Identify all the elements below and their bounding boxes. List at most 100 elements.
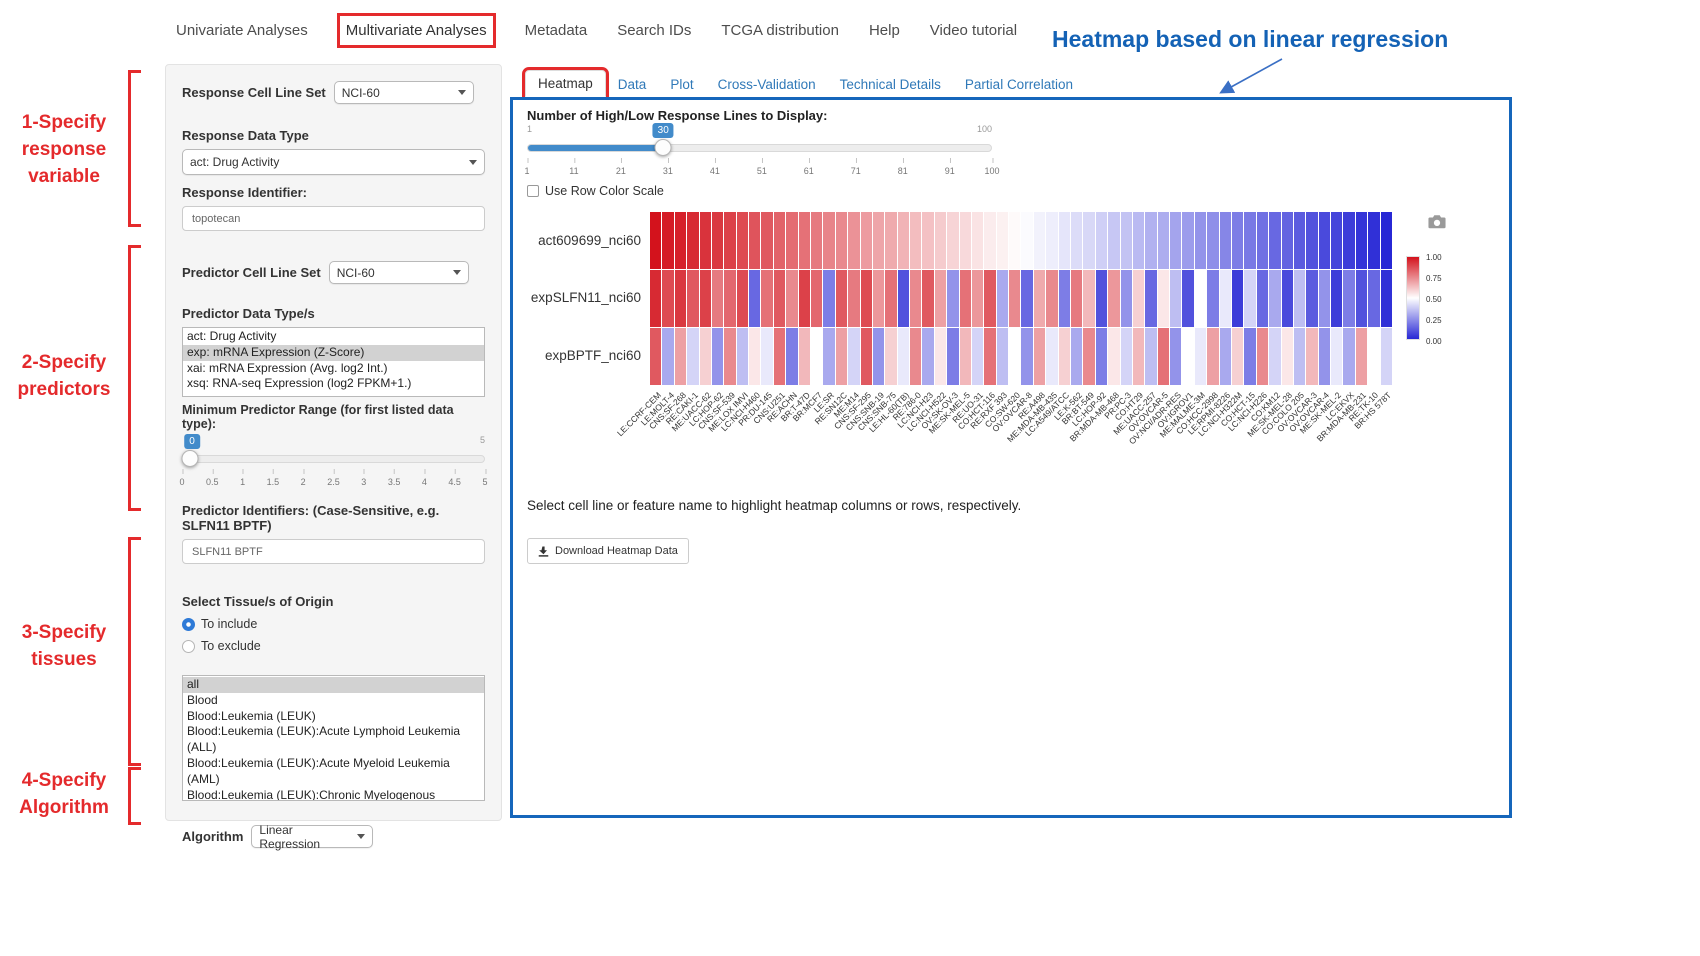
heatmap-cell[interactable] <box>1046 270 1057 327</box>
heatmap-cell[interactable] <box>861 212 872 269</box>
heatmap-cell[interactable] <box>1207 328 1218 385</box>
heatmap-cell[interactable] <box>650 328 661 385</box>
heatmap-grid[interactable] <box>650 212 1392 385</box>
heatmap-cell[interactable] <box>997 270 1008 327</box>
heatmap-cell[interactable] <box>1009 270 1020 327</box>
heatmap-cell[interactable] <box>972 328 983 385</box>
tab-technical-details[interactable]: Technical Details <box>828 72 953 97</box>
heatmap-cell[interactable] <box>1269 212 1280 269</box>
heatmap-cell[interactable] <box>1083 270 1094 327</box>
heatmap-cell[interactable] <box>1133 328 1144 385</box>
heatmap-cell[interactable] <box>700 328 711 385</box>
heatmap-cell[interactable] <box>885 328 896 385</box>
heatmap-cell[interactable] <box>1182 212 1193 269</box>
heatmap-cell[interactable] <box>1356 212 1367 269</box>
nav-item-search-ids[interactable]: Search IDs <box>617 22 691 39</box>
heatmap-cell[interactable] <box>1207 270 1218 327</box>
heatmap-cell[interactable] <box>1306 212 1317 269</box>
heatmap-cell[interactable] <box>1009 328 1020 385</box>
nav-item-tcga-distribution[interactable]: TCGA distribution <box>721 22 839 39</box>
heatmap-cell[interactable] <box>1232 270 1243 327</box>
heatmap-cell[interactable] <box>1021 328 1032 385</box>
heatmap-cell[interactable] <box>811 328 822 385</box>
heatmap-cell[interactable] <box>1282 212 1293 269</box>
heatmap-cell[interactable] <box>984 270 995 327</box>
heatmap-cell[interactable] <box>1145 270 1156 327</box>
heatmap-cell[interactable] <box>1220 212 1231 269</box>
heatmap-cell[interactable] <box>984 328 995 385</box>
heatmap-cell[interactable] <box>761 212 772 269</box>
heatmap-cell[interactable] <box>1220 270 1231 327</box>
heatmap-cell[interactable] <box>1021 270 1032 327</box>
radio-unselected-icon[interactable] <box>182 640 195 653</box>
listbox-option[interactable]: Blood:Leukemia (LEUK):Chronic Myelogenou… <box>183 788 484 801</box>
heatmap-cell[interactable] <box>1121 212 1132 269</box>
heatmap-cell[interactable] <box>1244 212 1255 269</box>
slider-handle[interactable] <box>655 139 672 156</box>
heatmap-cell[interactable] <box>1158 212 1169 269</box>
heatmap-cell[interactable] <box>712 212 723 269</box>
heatmap-row-label[interactable]: act609699_nci60 <box>513 231 641 251</box>
response-identifier-input[interactable] <box>182 206 485 231</box>
heatmap-cell[interactable] <box>1306 270 1317 327</box>
heatmap-cell[interactable] <box>836 270 847 327</box>
slider-handle[interactable] <box>182 450 199 467</box>
heatmap-cell[interactable] <box>1034 212 1045 269</box>
heatmap-cell[interactable] <box>1343 328 1354 385</box>
algorithm-select[interactable]: Linear Regression <box>251 825 373 848</box>
heatmap-cell[interactable] <box>935 328 946 385</box>
heatmap-cell[interactable] <box>848 270 859 327</box>
heatmap-cell[interactable] <box>873 270 884 327</box>
heatmap-cell[interactable] <box>1071 270 1082 327</box>
heatmap-cell[interactable] <box>1170 212 1181 269</box>
heatmap-cell[interactable] <box>960 328 971 385</box>
heatmap-cell[interactable] <box>1232 328 1243 385</box>
heatmap-cell[interactable] <box>1034 270 1045 327</box>
heatmap-cell[interactable] <box>1331 212 1342 269</box>
predictor-cell-line-set-select[interactable]: NCI-60 <box>329 261 469 284</box>
heatmap-cell[interactable] <box>997 212 1008 269</box>
heatmap-cell[interactable] <box>1306 328 1317 385</box>
heatmap-cell[interactable] <box>724 270 735 327</box>
heatmap-cell[interactable] <box>662 328 673 385</box>
heatmap-cell[interactable] <box>1294 212 1305 269</box>
listbox-option[interactable]: act: Drug Activity <box>183 329 484 345</box>
heatmap-cell[interactable] <box>823 212 834 269</box>
heatmap-cell[interactable] <box>687 270 698 327</box>
nav-item-video-tutorial[interactable]: Video tutorial <box>930 22 1017 39</box>
heatmap-cell[interactable] <box>1381 270 1392 327</box>
heatmap-cell[interactable] <box>1282 270 1293 327</box>
heatmap-cell[interactable] <box>1319 328 1330 385</box>
heatmap-cell[interactable] <box>737 212 748 269</box>
heatmap-cell[interactable] <box>1257 328 1268 385</box>
heatmap-cell[interactable] <box>1021 212 1032 269</box>
heatmap-cell[interactable] <box>774 328 785 385</box>
heatmap-cell[interactable] <box>662 212 673 269</box>
min-predictor-range-slider[interactable]: 5 0 0 0.5 1 1.5 2 2.5 3 3.5 4 4.5 5 <box>182 435 485 493</box>
heatmap-cell[interactable] <box>811 270 822 327</box>
heatmap-cell[interactable] <box>1145 212 1156 269</box>
heatmap-cell[interactable] <box>910 328 921 385</box>
heatmap-cell[interactable] <box>1294 270 1305 327</box>
heatmap-cell[interactable] <box>774 270 785 327</box>
listbox-option[interactable]: Blood:Leukemia (LEUK):Acute Lymphoid Leu… <box>183 724 484 756</box>
heatmap-cell[interactable] <box>898 270 909 327</box>
heatmap-row-label[interactable]: expSLFN11_nci60 <box>513 288 641 308</box>
heatmap-cell[interactable] <box>972 270 983 327</box>
heatmap-cell[interactable] <box>1083 328 1094 385</box>
use-row-color-scale-row[interactable]: Use Row Color Scale <box>527 184 664 198</box>
heatmap-cell[interactable] <box>675 328 686 385</box>
heatmap-cell[interactable] <box>1257 270 1268 327</box>
heatmap-cell[interactable] <box>1145 328 1156 385</box>
heatmap-cell[interactable] <box>700 212 711 269</box>
heatmap-cell[interactable] <box>737 328 748 385</box>
heatmap-cell[interactable] <box>1046 212 1057 269</box>
heatmap-cell[interactable] <box>1096 328 1107 385</box>
tissue-exclude-radio-row[interactable]: To exclude <box>182 639 485 653</box>
heatmap-cell[interactable] <box>1071 212 1082 269</box>
heatmap-cell[interactable] <box>1034 328 1045 385</box>
heatmap-cell[interactable] <box>885 270 896 327</box>
heatmap-cell[interactable] <box>1319 270 1330 327</box>
heatmap-cell[interactable] <box>972 212 983 269</box>
heatmap-cell[interactable] <box>1121 270 1132 327</box>
